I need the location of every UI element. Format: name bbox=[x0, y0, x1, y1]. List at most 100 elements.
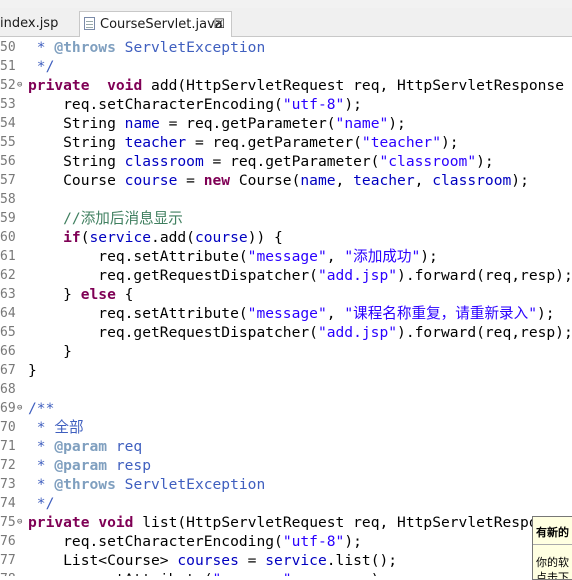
code-token: ); bbox=[476, 153, 494, 170]
code-text: private void add(HttpServletRequest req,… bbox=[28, 76, 572, 95]
code-token: @param bbox=[54, 438, 108, 455]
code-token: ); bbox=[511, 172, 529, 189]
code-token: , bbox=[326, 305, 345, 322]
code-token: "add.jsp" bbox=[317, 324, 398, 341]
code-token: "message" bbox=[247, 248, 327, 265]
code-token: { bbox=[115, 286, 134, 303]
code-token: ); bbox=[371, 571, 389, 576]
code-token: } bbox=[28, 343, 72, 360]
line-number: 71 bbox=[0, 439, 16, 454]
line-number: 68 bbox=[0, 382, 16, 397]
code-text: private void list(HttpServletRequest req… bbox=[28, 513, 572, 532]
code-token: req.getRequestDispatcher( bbox=[28, 267, 318, 284]
code-text: req.getRequestDispatcher("add.jsp").forw… bbox=[28, 266, 572, 285]
code-token: "courses" bbox=[213, 571, 292, 576]
code-editor[interactable]: 50 * @throws ServletException 51 */52 ⊖ pri… bbox=[0, 38, 572, 576]
code-token: ); bbox=[388, 115, 406, 132]
code-token: "添加成功" bbox=[344, 248, 421, 265]
code-token: classroom bbox=[432, 172, 512, 189]
code-token: */ bbox=[28, 495, 55, 512]
code-token: teacher bbox=[124, 134, 187, 151]
code-text: * @param req bbox=[28, 437, 142, 456]
line-number: 59 bbox=[0, 211, 16, 226]
code-token: req.getRequestDispatcher( bbox=[28, 324, 318, 341]
line-number: 70 bbox=[0, 420, 16, 435]
line-number: 58 bbox=[0, 192, 16, 207]
code-text: * @throws ServletException bbox=[28, 38, 265, 57]
tab-label: index.jsp bbox=[0, 16, 59, 31]
line-number: 66 bbox=[0, 344, 16, 359]
code-token: ); bbox=[344, 533, 362, 550]
code-token: course bbox=[124, 172, 178, 189]
tab-index-jsp[interactable]: index.jsp bbox=[0, 11, 76, 37]
code-text: req.setCharacterEncoding("utf-8"); bbox=[28, 532, 362, 551]
code-token: ServletException bbox=[115, 39, 266, 56]
close-icon[interactable]: ☒ bbox=[213, 12, 225, 38]
code-token: void bbox=[98, 514, 134, 531]
java-file-icon bbox=[84, 17, 95, 30]
fold-toggle-icon[interactable]: ⊖ bbox=[17, 513, 22, 532]
line-number: 76 bbox=[0, 534, 16, 549]
code-text: } bbox=[28, 342, 72, 361]
code-token: String bbox=[28, 153, 125, 170]
code-token: ).forward(req,resp); bbox=[397, 267, 572, 284]
code-text: if(service.add(course)) { bbox=[28, 228, 283, 247]
line-number: 56 bbox=[0, 154, 16, 169]
code-token: @param bbox=[54, 457, 108, 474]
code-token: new bbox=[203, 172, 231, 189]
code-token: classroom bbox=[124, 153, 204, 170]
tab-courseservlet-java[interactable]: CourseServlet.java ☒ bbox=[79, 11, 232, 37]
code-text: req.setAttribute("message", "课程名称重复，请重新录… bbox=[28, 304, 554, 323]
code-token: else bbox=[80, 286, 116, 303]
code-text: } bbox=[28, 361, 37, 380]
notification-title: 有新的 bbox=[536, 526, 569, 539]
line-number: 77 bbox=[0, 553, 16, 568]
code-token: list(HttpServletRequest req, HttpServlet… bbox=[133, 514, 572, 531]
code-token: courses bbox=[177, 552, 239, 569]
code-token: req.setAttribute( bbox=[28, 305, 248, 322]
line-number: 54 bbox=[0, 116, 16, 131]
line-number: 50 bbox=[0, 40, 16, 55]
code-token: req.setAttribute( bbox=[28, 248, 248, 265]
fold-toggle-icon[interactable]: ⊖ bbox=[17, 76, 22, 95]
code-token: */ bbox=[28, 58, 55, 75]
code-token: } bbox=[28, 286, 81, 303]
code-token: "name" bbox=[335, 115, 389, 132]
tab-label: CourseServlet.java bbox=[100, 17, 223, 32]
code-token: = req.getParameter( bbox=[159, 115, 336, 132]
code-text: Course course = new Course(name, teacher… bbox=[28, 171, 529, 190]
code-token: , bbox=[292, 571, 310, 576]
code-text: req.setAttribute("courses", courses); bbox=[28, 570, 388, 576]
code-token: = bbox=[177, 172, 204, 189]
code-token: "utf-8" bbox=[282, 533, 345, 550]
code-text: req.setAttribute("message", "添加成功"); bbox=[28, 247, 438, 266]
code-token: ServletException bbox=[115, 476, 266, 493]
editor-tab-bar: index.jsp CourseServlet.java ☒ bbox=[0, 8, 572, 37]
code-token: courses bbox=[309, 571, 371, 576]
code-token: resp bbox=[107, 457, 152, 474]
code-token: "classroom" bbox=[379, 153, 477, 170]
code-token: ).forward(req,resp); bbox=[397, 324, 572, 341]
code-token: ); bbox=[420, 248, 438, 265]
code-text: * 全部 bbox=[28, 418, 84, 437]
code-token: .list(); bbox=[326, 552, 398, 569]
code-token: ); bbox=[440, 134, 459, 151]
fold-toggle-icon[interactable]: ⊖ bbox=[17, 399, 22, 418]
notification-text: 你的软 bbox=[536, 556, 569, 569]
code-token: ); bbox=[344, 96, 362, 113]
code-text: */ bbox=[28, 494, 55, 513]
code-token: } bbox=[28, 362, 37, 379]
notification-text: 点击下 bbox=[536, 571, 569, 580]
code-token: "utf-8" bbox=[282, 96, 345, 113]
code-token: private bbox=[28, 77, 90, 94]
line-number: 73 bbox=[0, 477, 16, 492]
code-text: */ bbox=[28, 57, 55, 76]
line-number: 55 bbox=[0, 135, 16, 150]
line-number: 78 bbox=[0, 570, 22, 576]
code-token: , bbox=[414, 172, 433, 189]
notification-popup[interactable]: 有新的 你的软 点击下 bbox=[532, 516, 572, 580]
code-token: ( bbox=[80, 229, 90, 246]
code-token: "teacher" bbox=[361, 134, 441, 151]
code-token: private bbox=[28, 514, 90, 531]
